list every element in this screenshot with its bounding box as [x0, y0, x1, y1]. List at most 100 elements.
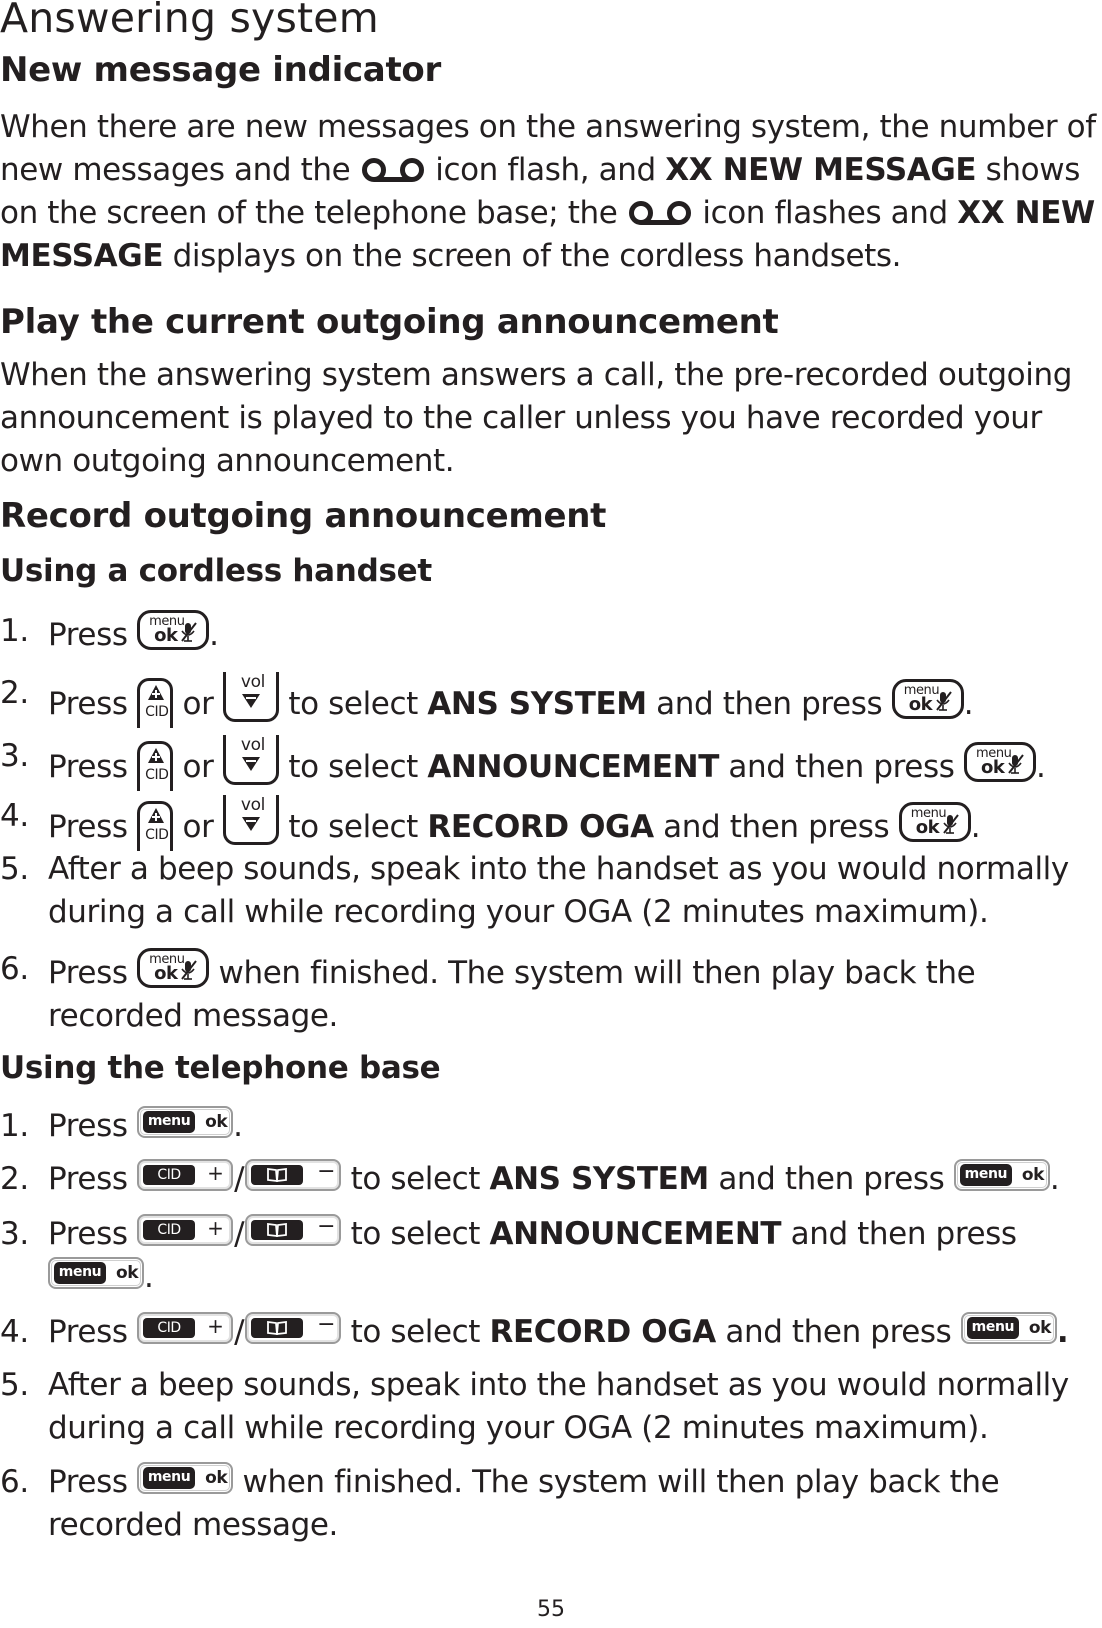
menu-option: ANNOUNCEMENT [489, 1216, 782, 1252]
text: Press [48, 1216, 128, 1252]
text: Press [48, 1314, 128, 1350]
page-title: Answering system [0, 0, 379, 42]
text: to select [288, 809, 418, 845]
key-label: ok [1021, 1165, 1045, 1185]
step-number: 4. [0, 1314, 29, 1350]
key-label: ok [1028, 1318, 1052, 1338]
text: or [182, 686, 214, 722]
mute-mic-icon [181, 960, 197, 980]
mute-mic-icon [942, 814, 959, 834]
section-heading-record-oga: Record outgoing announcement [0, 496, 607, 536]
text: icon flashes and [702, 195, 948, 231]
handset-menu-ok-key[interactable]: menu ok [898, 802, 971, 842]
handset-menu-ok-key[interactable]: menu ok [137, 948, 210, 988]
text: Press [48, 1108, 128, 1144]
subheading-telephone-base: Using the telephone base [0, 1050, 441, 1086]
key-label: ok [205, 1468, 228, 1488]
text: Press [48, 686, 128, 722]
handset-up-cid-key[interactable]: CID [137, 678, 174, 728]
text: and then press [656, 686, 883, 722]
down-triangle-minus-icon [241, 817, 260, 831]
voicemail-icon [627, 196, 693, 225]
subheading-cordless-handset: Using a cordless handset [0, 553, 432, 589]
step-number: 2. [0, 675, 29, 711]
phonebook-icon [267, 1223, 288, 1237]
text: displays on the screen of the cordless h… [172, 238, 902, 274]
text: to select [350, 1216, 481, 1252]
text: . [1049, 1161, 1060, 1197]
key-label: ok [915, 817, 940, 838]
text: to select [350, 1314, 481, 1350]
key-label: CID [143, 1165, 196, 1185]
text: After a beep sounds, speak into the hand… [48, 851, 1069, 930]
text: and then press [728, 749, 955, 785]
key-label: + [207, 1314, 224, 1338]
up-triangle-plus-icon [148, 808, 165, 823]
key-label: vol [240, 672, 265, 692]
mute-mic-icon [935, 691, 952, 711]
base-cid-plus-key[interactable]: CID + [137, 1159, 234, 1191]
voicemail-icon [360, 153, 426, 182]
key-label: menu [143, 1111, 196, 1133]
text: and then press [718, 1161, 945, 1197]
handset-menu-ok-key[interactable]: menu ok [963, 742, 1036, 782]
handset-down-vol-key[interactable]: vol [222, 735, 279, 785]
base-menu-ok-key[interactable]: menu ok [137, 1462, 234, 1494]
key-label: CID [143, 1220, 196, 1240]
mute-mic-icon [181, 622, 197, 642]
base-cid-plus-key[interactable]: CID + [137, 1214, 234, 1246]
handset-down-vol-key[interactable]: vol [222, 795, 279, 845]
phonebook-icon [267, 1168, 288, 1182]
key-label: + [207, 1216, 224, 1240]
text: . [1035, 749, 1046, 785]
text: and then press [725, 1314, 952, 1350]
play-oga-paragraph: When the answering system answers a call… [0, 357, 1072, 479]
text: After a beep sounds, speak into the hand… [48, 1367, 1069, 1446]
text: . [963, 686, 974, 722]
base-phonebook-minus-key[interactable]: − [245, 1312, 342, 1344]
text: icon flash, and [435, 152, 656, 188]
handset-down-vol-key[interactable]: vol [222, 672, 279, 722]
key-label: ok [205, 1112, 228, 1132]
key-label: − [317, 1312, 336, 1337]
text: . [970, 809, 981, 845]
text: or [182, 809, 214, 845]
mute-mic-icon [1008, 754, 1024, 774]
menu-option: ANNOUNCEMENT [427, 749, 719, 785]
key-label: ok [116, 1263, 139, 1283]
base-cid-plus-key[interactable]: CID + [137, 1312, 234, 1344]
base-menu-ok-key[interactable]: menu ok [960, 1312, 1057, 1344]
text: Press [48, 749, 128, 785]
base-menu-ok-key[interactable]: menu ok [137, 1106, 234, 1138]
key-label: ok [154, 963, 178, 984]
step-number: 3. [0, 738, 29, 774]
key-label: menu [959, 1164, 1012, 1186]
text: Press [48, 1161, 128, 1197]
section-heading-play-oga: Play the current outgoing announcement [0, 302, 779, 342]
handset-up-cid-key[interactable]: CID [137, 741, 174, 791]
phonebook-icon [267, 1321, 288, 1335]
text: . [233, 1108, 243, 1144]
key-label: − [317, 1214, 336, 1239]
menu-option: ANS SYSTEM [489, 1161, 710, 1197]
step-number: 6. [0, 951, 29, 987]
text: and then press [663, 809, 890, 845]
key-label: ok [980, 757, 1005, 778]
menu-option: ANS SYSTEM [427, 686, 647, 722]
handset-menu-ok-key[interactable]: menu ok [137, 610, 210, 650]
text: to select [288, 686, 418, 722]
base-menu-ok-key[interactable]: menu ok [48, 1257, 144, 1289]
text: Press [48, 809, 128, 845]
handset-up-cid-key[interactable]: CID [137, 801, 174, 851]
step-number: 1. [0, 613, 29, 649]
down-triangle-minus-icon [241, 757, 260, 771]
key-label: menu [143, 1467, 196, 1489]
base-phonebook-minus-key[interactable]: − [245, 1159, 342, 1191]
key-label: ok [908, 694, 933, 715]
base-menu-ok-key[interactable]: menu ok [953, 1159, 1050, 1191]
text: Press [48, 1464, 128, 1500]
handset-menu-ok-key[interactable]: menu ok [891, 679, 964, 719]
base-phonebook-minus-key[interactable]: − [245, 1214, 342, 1246]
key-label: menu [54, 1262, 106, 1284]
text: to select [288, 749, 418, 785]
